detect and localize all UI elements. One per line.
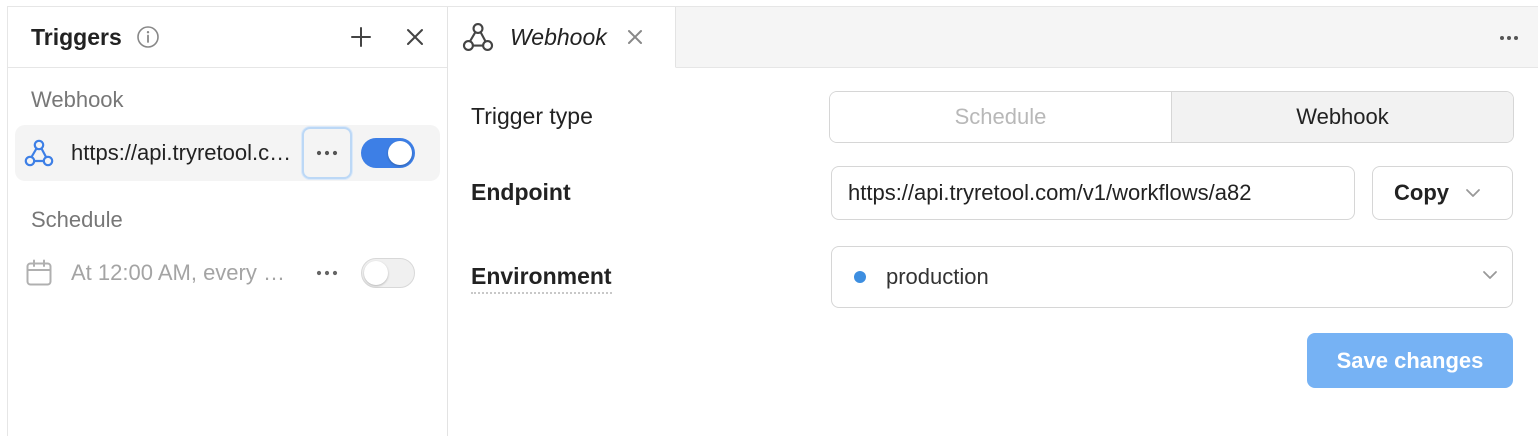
environment-label: Environment	[471, 263, 612, 294]
tab-webhook-label: Webhook	[510, 23, 607, 50]
webhook-icon	[460, 19, 496, 55]
webhook-more-button[interactable]	[302, 127, 352, 179]
add-trigger-button[interactable]	[345, 21, 377, 53]
schedule-trigger-row[interactable]: At 12:00 AM, every day	[15, 245, 440, 301]
schedule-enabled-toggle[interactable]	[361, 258, 415, 288]
close-panel-button[interactable]	[399, 21, 431, 53]
chevron-down-icon	[1482, 270, 1498, 280]
environment-value: production	[886, 264, 989, 289]
tab-webhook[interactable]: Webhook	[448, 7, 676, 68]
trigger-editor-panel: Webhook Trigger type Schedule Webhook En…	[448, 7, 1538, 436]
triggers-panel: Triggers Webhook https://api.tryretool.c…	[8, 7, 448, 436]
more-horizontal-icon	[316, 270, 338, 276]
more-horizontal-icon	[316, 150, 338, 156]
plus-icon	[351, 27, 371, 47]
triggers-window: Triggers Webhook https://api.tryretool.c…	[7, 6, 1538, 436]
copy-button[interactable]: Copy	[1372, 166, 1513, 220]
trigger-type-label: Trigger type	[471, 103, 593, 129]
triggers-title: Triggers	[31, 23, 122, 50]
schedule-section-label: Schedule	[31, 207, 123, 232]
endpoint-url-field[interactable]: https://api.tryretool.com/v1/workflows/a…	[831, 166, 1355, 220]
chevron-down-icon	[1465, 188, 1481, 198]
toggle-knob	[388, 141, 412, 165]
webhook-trigger-url: https://api.tryretool.com/v1/workflows/a…	[71, 140, 295, 165]
tab-close-button[interactable]	[623, 25, 647, 49]
environment-status-dot	[854, 271, 866, 283]
endpoint-label: Endpoint	[471, 179, 571, 205]
schedule-trigger-description: At 12:00 AM, every day	[71, 260, 295, 285]
editor-tabbar: Webhook	[448, 7, 1538, 68]
toggle-knob	[364, 261, 388, 285]
info-icon[interactable]	[136, 25, 160, 49]
copy-button-label: Copy	[1394, 180, 1449, 205]
webhook-enabled-toggle[interactable]	[361, 138, 415, 168]
webhook-trigger-row[interactable]: https://api.tryretool.com/v1/workflows/a…	[15, 125, 440, 181]
webhook-section-label: Webhook	[31, 87, 124, 112]
webhook-icon	[22, 136, 56, 170]
trigger-type-option-schedule[interactable]: Schedule	[830, 92, 1172, 142]
tabbar-more-button[interactable]	[1494, 23, 1524, 53]
schedule-more-button[interactable]	[302, 247, 352, 299]
close-icon	[407, 29, 423, 45]
environment-select[interactable]: production	[831, 246, 1513, 308]
trigger-type-segmented-control: Schedule Webhook	[829, 91, 1514, 143]
environment-label-text: Environment	[471, 263, 612, 294]
close-icon	[627, 30, 642, 44]
trigger-type-option-webhook[interactable]: Webhook	[1172, 92, 1513, 142]
triggers-header: Triggers	[8, 7, 447, 68]
save-changes-button[interactable]: Save changes	[1307, 333, 1513, 388]
more-horizontal-icon	[1500, 36, 1518, 40]
calendar-icon	[22, 256, 56, 290]
